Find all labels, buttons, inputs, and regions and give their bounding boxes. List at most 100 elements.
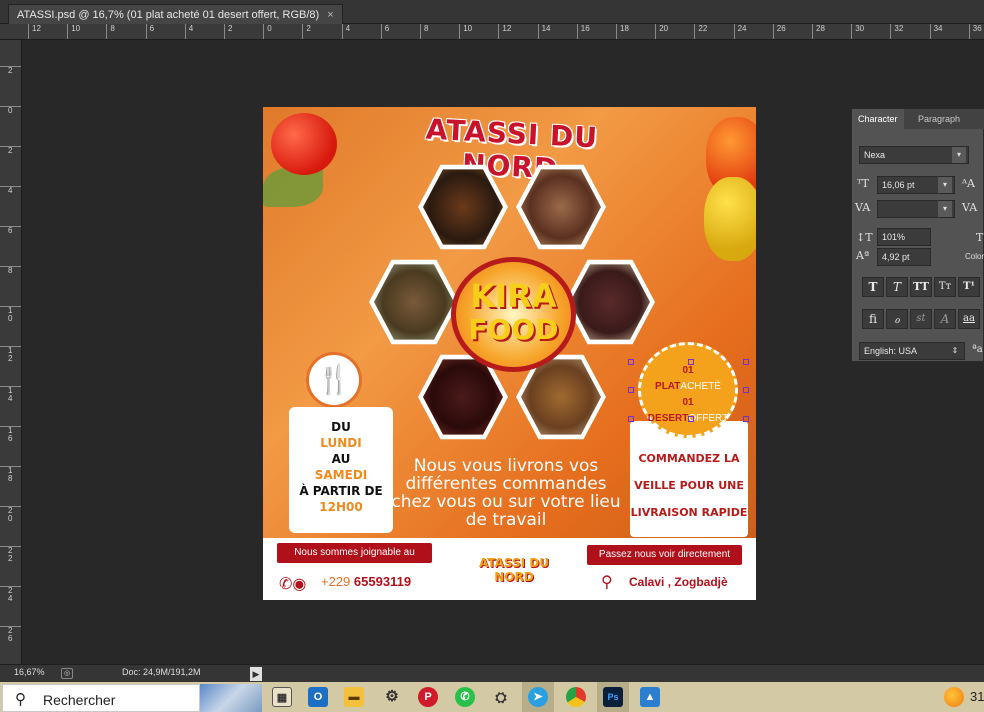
visit-pill: Passez nous voir directement (587, 545, 742, 565)
panel-tabs: Character Paragraph (852, 109, 984, 129)
language-select[interactable]: English: USA ⇕ (859, 342, 965, 360)
ruler-tick-label: 0 (0, 106, 21, 115)
photos-icon[interactable]: ▲ (640, 687, 660, 707)
days-line-6: 12H00 (319, 500, 363, 514)
vertical-scale-field[interactable]: 101% (877, 228, 931, 246)
ruler-tick-label: 8 (420, 24, 428, 39)
days-line-1: DU (331, 420, 351, 434)
phone-digits: 65593119 (353, 574, 412, 589)
delivery-promo-text: Nous vous livrons vos différentes comman… (391, 456, 621, 530)
font-family-select[interactable]: Nexa ▾ (859, 146, 969, 164)
kira-food-logo: KIRA FOOD (451, 257, 576, 372)
superscript-button[interactable]: T¹ (958, 277, 980, 297)
transform-handle[interactable] (628, 416, 634, 422)
tab-character[interactable]: Character (852, 109, 904, 129)
leading-icon: ᴬA (962, 177, 975, 190)
days-line-4: SAMEDI (314, 468, 368, 482)
phone-number: +229 65593119 (321, 574, 411, 589)
tracking-field[interactable]: ▾ (877, 200, 955, 218)
stepper-icon[interactable]: ⇕ (948, 343, 962, 359)
ruler-vertical[interactable]: 2 0 2 4 6 8 1 0 1 2 1 4 1 6 1 8 2 0 2 2 2 4 2 6 (0, 40, 22, 664)
transform-handle[interactable] (743, 416, 749, 422)
artwork-canvas[interactable]: ATASSI DU NORD KIRA FOOD 🍴 DU LUNDI AU S… (263, 107, 756, 600)
status-bar: 16,67% ◎ Doc: 24,9M/191,2M ▶ (0, 664, 984, 682)
all-caps-button[interactable]: TT (910, 277, 932, 297)
transform-handle[interactable] (743, 359, 749, 365)
ruler-tick-label: 2 (224, 24, 232, 39)
ruler-tick-label: 2 (0, 146, 21, 155)
tray-text: 31 (970, 689, 984, 704)
document-tab-title: ATASSI.psd @ 16,7% (01 plat acheté 01 de… (17, 9, 320, 21)
steam-icon[interactable]: ⛭ (491, 687, 511, 707)
transform-handle[interactable] (688, 416, 694, 422)
baseline-shift-field[interactable]: 4,92 pt (877, 248, 931, 266)
chevron-down-icon[interactable]: ▾ (938, 201, 952, 217)
ruler-tick-label: 2 6 (0, 626, 21, 643)
stylistic-alt-button[interactable]: aa (958, 309, 980, 329)
transform-handle[interactable] (743, 387, 749, 393)
export-icon[interactable]: ◎ (61, 668, 73, 679)
ruler-tick-label: 1 4 (0, 386, 21, 403)
ruler-tick-label: 8 (106, 24, 115, 39)
small-caps-button[interactable]: Tт (934, 277, 956, 297)
ruler-tick-label: 14 (537, 24, 551, 39)
transform-handle[interactable] (628, 387, 634, 393)
ruler-tick-label: 6 (0, 226, 21, 235)
baseline-shift-icon: Aª (856, 249, 870, 262)
photoshop-icon[interactable]: Ps (603, 687, 623, 707)
transform-handle[interactable] (688, 359, 694, 365)
pinterest-icon[interactable]: P (418, 687, 438, 707)
ruler-tick-label: 34 (929, 24, 943, 39)
ruler-tick-label: 1 0 (0, 306, 21, 323)
search-icon: ⚲ (15, 691, 26, 708)
document-tab[interactable]: ATASSI.psd @ 16,7% (01 plat acheté 01 de… (8, 4, 343, 24)
ruler-tick-label: 1 6 (0, 426, 21, 443)
faux-bold-button[interactable]: T (862, 277, 884, 297)
chevron-down-icon[interactable]: ▾ (938, 177, 952, 193)
tracking-icon: VA (855, 201, 871, 214)
search-highlight-image[interactable] (200, 684, 262, 712)
document-info: Doc: 24,9M/191,2M (122, 667, 201, 677)
yellow-pepper-image (704, 177, 756, 261)
contextual-alt-button[interactable]: ℴ (886, 309, 908, 329)
taskbar-search[interactable]: ⚲ Rechercher (2, 684, 200, 712)
offer-count-1: 01 (682, 365, 694, 376)
tab-paragraph[interactable]: Paragraph (912, 109, 966, 129)
ruler-tick-label: 2 4 (0, 586, 21, 603)
telegram-icon[interactable]: ➤ (528, 687, 548, 707)
ligatures-button[interactable]: ﬁ (862, 309, 884, 329)
tray-weather-icon[interactable] (944, 687, 964, 707)
tomato-image (271, 113, 337, 175)
status-menu-arrow-icon[interactable]: ▶ (250, 667, 262, 681)
ruler-tick-label: 2 2 (0, 546, 21, 563)
swash-button[interactable]: A (934, 309, 956, 329)
search-placeholder: Rechercher (43, 692, 116, 708)
ruler-tick-label: 2 (0, 66, 21, 75)
ruler-tick-label: 2 0 (0, 506, 21, 523)
settings-icon[interactable]: ⚙ (382, 687, 402, 707)
kerning-icon: VA (962, 201, 978, 214)
contact-bar: Nous sommes joignable au ✆◉ +229 6559311… (263, 538, 756, 600)
font-size-field[interactable]: 16,06 pt ▾ (877, 176, 955, 194)
opening-days-card: DU LUNDI AU SAMEDI À PARTIR DE 12H00 (289, 407, 393, 533)
task-view-icon[interactable]: ▦ (272, 687, 292, 707)
zoom-level[interactable]: 16,67% (14, 667, 45, 677)
ruler-tick-label: 32 (890, 24, 903, 39)
discretionary-ligatures-button[interactable]: st (910, 309, 932, 329)
small-brand-logo: ATASSI DU NORD (479, 556, 549, 584)
outlook-icon[interactable]: O (308, 687, 328, 707)
chevron-down-icon[interactable]: ▾ (952, 147, 966, 163)
ruler-horizontal[interactable]: 12 10 8 6 4 2 0 2 4 6 8 10 12 14 16 18 20 22 24 26 28 30 32 34 3… (0, 24, 984, 40)
font-size-value: 16,06 pt (882, 180, 915, 190)
offer-seal[interactable]: 01 PLATACHETÉ 01 DESERTOFFERT (638, 342, 738, 438)
phone-whatsapp-icon: ✆◉ (279, 576, 307, 593)
chrome-icon[interactable] (566, 687, 586, 707)
whatsapp-icon[interactable]: ✆ (455, 687, 475, 707)
transform-handle[interactable] (628, 359, 634, 365)
close-icon[interactable]: × (327, 9, 333, 21)
ruler-tick-label: 30 (851, 24, 864, 39)
faux-italic-button[interactable]: T (886, 277, 908, 297)
food-hex-3 (369, 259, 459, 345)
location-text: Calavi , Zogbadjè (629, 575, 728, 589)
file-explorer-icon[interactable]: ▬ (344, 687, 364, 707)
